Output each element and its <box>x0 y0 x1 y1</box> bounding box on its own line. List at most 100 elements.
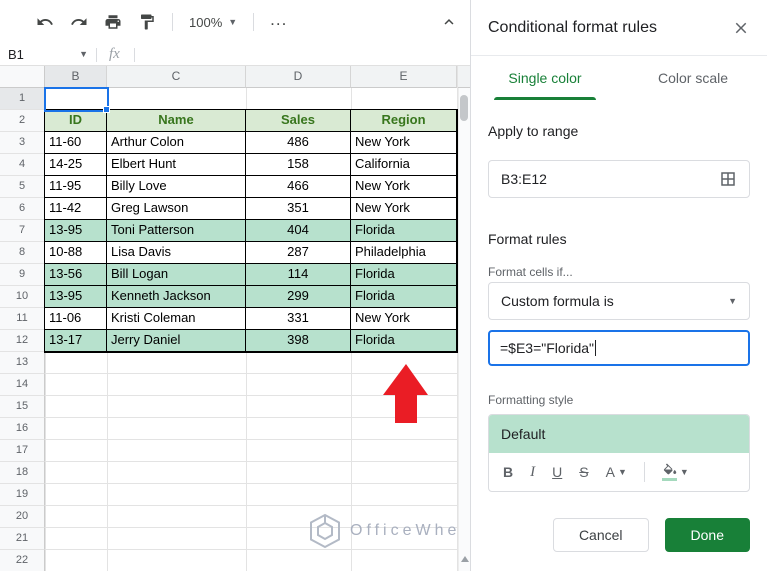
cell[interactable]: 10-88 <box>45 242 107 264</box>
done-button[interactable]: Done <box>665 518 750 552</box>
cell[interactable]: 11-60 <box>45 132 107 154</box>
cell[interactable]: 114 <box>246 264 351 286</box>
cell[interactable]: Toni Patterson <box>107 220 246 242</box>
cell[interactable]: 158 <box>246 154 351 176</box>
row-header-10[interactable]: 10 <box>0 286 45 308</box>
column-header-B[interactable]: B <box>45 66 107 88</box>
cell[interactable]: 13-95 <box>45 220 107 242</box>
cell[interactable]: Arthur Colon <box>107 132 246 154</box>
condition-dropdown[interactable]: Custom formula is ▼ <box>488 282 750 320</box>
row-header-16[interactable]: 16 <box>0 418 45 440</box>
row-header-5[interactable]: 5 <box>0 176 45 198</box>
row-header-9[interactable]: 9 <box>0 264 45 286</box>
close-icon[interactable] <box>732 19 750 37</box>
print-icon[interactable] <box>104 13 122 31</box>
row-header-19[interactable]: 19 <box>0 484 45 506</box>
row-header-3[interactable]: 3 <box>0 132 45 154</box>
sheet-grid[interactable]: BCDE12345678910111213141516171819202122I… <box>0 66 470 571</box>
row-header-14[interactable]: 14 <box>0 374 45 396</box>
cell[interactable]: Florida <box>351 264 457 286</box>
cell[interactable]: 299 <box>246 286 351 308</box>
more-options-icon[interactable]: ... <box>270 11 287 34</box>
cell[interactable]: 351 <box>246 198 351 220</box>
row-header-21[interactable]: 21 <box>0 528 45 550</box>
text-color-icon[interactable]: A ▼ <box>606 465 627 479</box>
caret-down-icon: ▼ <box>680 468 689 477</box>
tab-single-color[interactable]: Single color <box>471 56 619 100</box>
range-picker-grid-icon[interactable] <box>719 170 737 188</box>
scrollbar-thumb[interactable] <box>460 95 468 121</box>
cell[interactable]: Kristi Coleman <box>107 308 246 330</box>
vertical-scrollbar[interactable] <box>458 88 470 571</box>
cell[interactable]: 11-95 <box>45 176 107 198</box>
cell[interactable]: Elbert Hunt <box>107 154 246 176</box>
row-header-1[interactable]: 1 <box>0 88 45 110</box>
custom-formula-input[interactable]: =$E3="Florida" <box>488 330 750 366</box>
cell[interactable]: 331 <box>246 308 351 330</box>
cell[interactable]: 486 <box>246 132 351 154</box>
cell[interactable]: Florida <box>351 220 457 242</box>
table-header-sales[interactable]: Sales <box>246 110 351 132</box>
row-header-20[interactable]: 20 <box>0 506 45 528</box>
row-header-22[interactable]: 22 <box>0 550 45 571</box>
row-header-7[interactable]: 7 <box>0 220 45 242</box>
cell[interactable]: Philadelphia <box>351 242 457 264</box>
range-input[interactable]: B3:E12 <box>488 160 750 198</box>
cell[interactable]: Greg Lawson <box>107 198 246 220</box>
paint-format-icon[interactable] <box>138 13 156 31</box>
cancel-button[interactable]: Cancel <box>553 518 649 552</box>
cell[interactable]: 13-95 <box>45 286 107 308</box>
name-box[interactable]: B1 ▼ <box>0 44 96 65</box>
cell[interactable]: New York <box>351 176 457 198</box>
row-header-13[interactable]: 13 <box>0 352 45 374</box>
cell[interactable]: 13-17 <box>45 330 107 352</box>
table-header-id[interactable]: ID <box>45 110 107 132</box>
cell[interactable]: 14-25 <box>45 154 107 176</box>
row-header-15[interactable]: 15 <box>0 396 45 418</box>
cell[interactable]: Florida <box>351 286 457 308</box>
cell[interactable]: Kenneth Jackson <box>107 286 246 308</box>
redo-icon[interactable] <box>70 13 88 31</box>
column-header-D[interactable]: D <box>246 66 351 88</box>
caret-down-icon: ▼ <box>728 297 737 306</box>
bold-icon[interactable]: B <box>503 465 513 479</box>
cell[interactable]: 11-06 <box>45 308 107 330</box>
cell[interactable]: Lisa Davis <box>107 242 246 264</box>
cell[interactable]: 13-56 <box>45 264 107 286</box>
row-header-6[interactable]: 6 <box>0 198 45 220</box>
cell[interactable]: New York <box>351 132 457 154</box>
row-header-4[interactable]: 4 <box>0 154 45 176</box>
row-header-12[interactable]: 12 <box>0 330 45 352</box>
row-header-2[interactable]: 2 <box>0 110 45 132</box>
cell[interactable]: California <box>351 154 457 176</box>
cell[interactable]: 287 <box>246 242 351 264</box>
table-header-name[interactable]: Name <box>107 110 246 132</box>
strikethrough-icon[interactable]: S <box>579 465 588 479</box>
zoom-control[interactable]: 100% ▼ <box>189 15 237 30</box>
cell[interactable]: 398 <box>246 330 351 352</box>
undo-icon[interactable] <box>36 13 54 31</box>
scrollbar-up-arrow[interactable] <box>461 556 469 562</box>
cell[interactable]: New York <box>351 198 457 220</box>
cell[interactable]: Billy Love <box>107 176 246 198</box>
tab-color-scale[interactable]: Color scale <box>619 56 767 100</box>
cell[interactable]: Bill Logan <box>107 264 246 286</box>
cell[interactable]: Florida <box>351 330 457 352</box>
fill-color-icon[interactable]: ▼ <box>662 463 689 481</box>
column-header-E[interactable]: E <box>351 66 457 88</box>
row-header-18[interactable]: 18 <box>0 462 45 484</box>
cell[interactable]: New York <box>351 308 457 330</box>
cell[interactable]: Jerry Daniel <box>107 330 246 352</box>
row-header-8[interactable]: 8 <box>0 242 45 264</box>
underline-icon[interactable]: U <box>552 465 562 479</box>
cell[interactable]: 466 <box>246 176 351 198</box>
column-header-C[interactable]: C <box>107 66 246 88</box>
italic-icon[interactable]: I <box>530 465 535 480</box>
row-header-11[interactable]: 11 <box>0 308 45 330</box>
cell[interactable]: 11-42 <box>45 198 107 220</box>
select-all-corner[interactable] <box>0 66 45 88</box>
cell[interactable]: 404 <box>246 220 351 242</box>
collapse-toolbar-icon[interactable] <box>440 13 458 31</box>
row-header-17[interactable]: 17 <box>0 440 45 462</box>
table-header-region[interactable]: Region <box>351 110 457 132</box>
